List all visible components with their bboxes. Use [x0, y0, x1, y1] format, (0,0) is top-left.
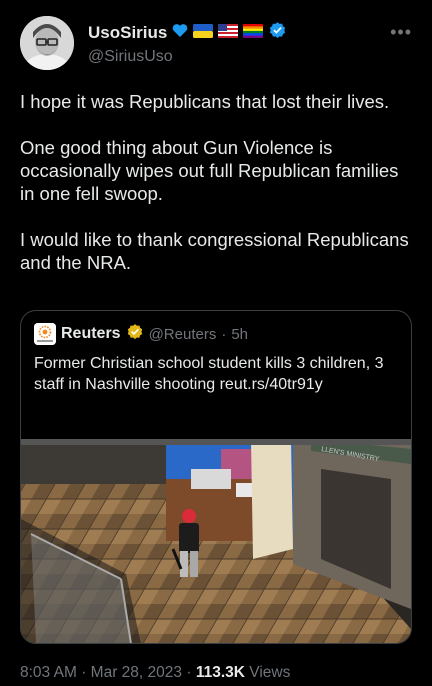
heart-emoji-icon — [172, 23, 188, 43]
tweet-paragraph: I would like to thank congressional Repu… — [20, 229, 409, 273]
author-avatar[interactable] — [20, 16, 74, 70]
quoted-media-image[interactable]: LLEN'S MINISTRY — [21, 439, 411, 643]
tweet-body: I hope it was Republicans that lost thei… — [20, 90, 412, 297]
quoted-tweet-card[interactable]: Reuters @Reuters · 5h Former Christian s… — [20, 310, 412, 644]
quoted-author-handle[interactable]: @Reuters — [149, 326, 217, 343]
quoted-tweet-text: Former Christian school student kills 3 … — [34, 355, 384, 393]
author-display-name[interactable]: UsoSirius — [88, 23, 167, 43]
author-names: UsoSirius @SiriusUso — [88, 22, 287, 66]
views-count: 113.3K — [195, 664, 245, 681]
tweet-metadata: 8:03 AM · Mar 28, 2023 · 113.3K Views — [20, 664, 290, 682]
tweet-time[interactable]: 8:03 AM — [20, 664, 77, 681]
verified-badge-icon[interactable] — [268, 21, 287, 45]
tweet-paragraph: I hope it was Republicans that lost thei… — [20, 91, 390, 112]
tweet-header: UsoSirius @SiriusUso ••• — [20, 14, 416, 76]
reuters-logo-icon[interactable] — [34, 323, 56, 345]
gold-verified-badge-icon — [126, 323, 144, 346]
us-flag-icon — [218, 23, 239, 43]
rainbow-flag-icon — [243, 23, 264, 43]
quoted-tweet-header: Reuters @Reuters · 5h — [34, 323, 248, 345]
separator-dot: · — [81, 664, 87, 681]
views-label: Views — [249, 664, 291, 681]
display-name-row: UsoSirius — [88, 22, 287, 44]
separator-dot: · — [186, 664, 192, 681]
tweet-date[interactable]: Mar 28, 2023 — [91, 664, 182, 681]
quoted-time-ago[interactable]: 5h — [231, 326, 248, 343]
separator-dot: · — [221, 325, 227, 343]
author-handle[interactable]: @SiriusUso — [88, 48, 287, 66]
avatar-image — [20, 16, 74, 70]
more-horizontal-icon[interactable]: ••• — [390, 22, 412, 43]
tweet-paragraph: One good thing about Gun Violence is occ… — [20, 137, 399, 204]
quoted-author-name[interactable]: Reuters — [61, 325, 121, 343]
ukraine-flag-icon — [193, 23, 214, 43]
